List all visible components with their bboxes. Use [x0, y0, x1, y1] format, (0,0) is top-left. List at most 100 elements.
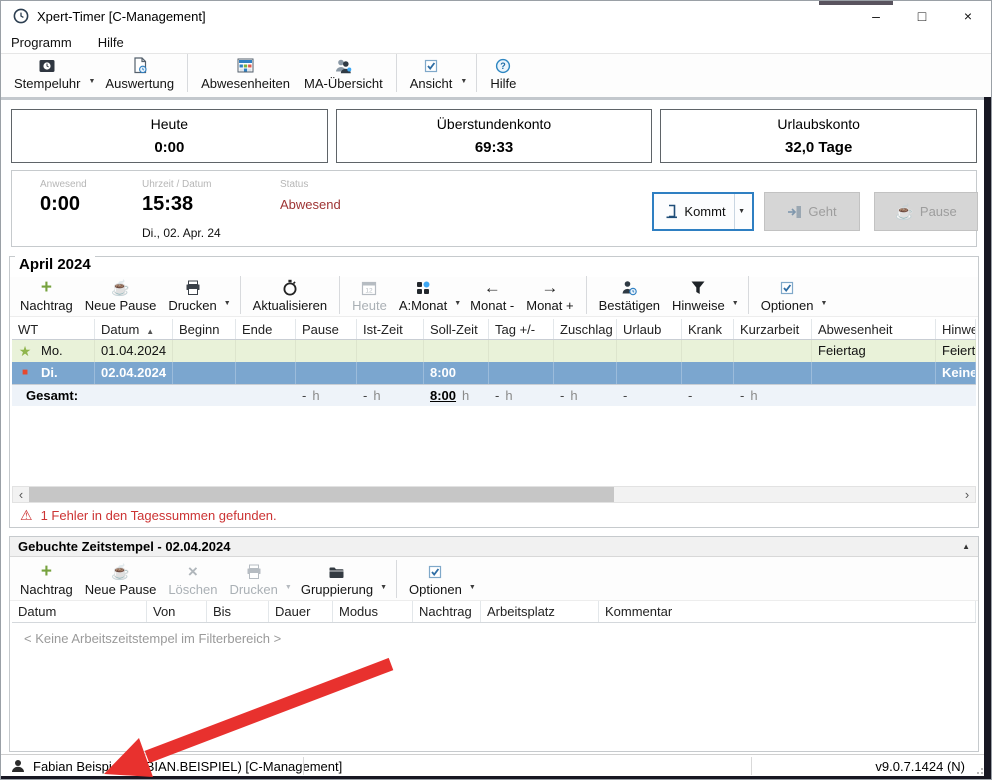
- column-header-bis[interactable]: Bis: [207, 601, 269, 622]
- ma-uebersicht-button[interactable]: MA-Übersicht: [297, 54, 390, 94]
- cell-wt: Mo.: [41, 340, 63, 362]
- maximize-button[interactable]: □: [899, 1, 945, 31]
- hinweise-dropdown-icon[interactable]: ▼: [731, 300, 742, 316]
- ansicht-button[interactable]: Ansicht: [403, 54, 460, 94]
- button-label: Gruppierung: [301, 582, 373, 597]
- scroll-left-icon[interactable]: ‹: [13, 487, 29, 502]
- column-header-von[interactable]: Von: [147, 601, 207, 622]
- hinweise-button[interactable]: Hinweise: [666, 276, 731, 316]
- drucken-dropdown-icon[interactable]: ▼: [284, 584, 295, 600]
- column-header-datum[interactable]: Datum▲: [95, 319, 173, 339]
- column-header-pause[interactable]: Pause: [296, 319, 357, 339]
- loeschen-button[interactable]: × Löschen: [162, 560, 223, 600]
- column-header-ende[interactable]: Ende: [236, 319, 296, 339]
- geht-button[interactable]: Geht: [764, 192, 860, 231]
- optionen-dropdown-icon[interactable]: ▼: [468, 584, 479, 600]
- kommt-dropdown-icon[interactable]: ▼: [734, 194, 749, 229]
- scrollbar-thumb[interactable]: [29, 487, 614, 502]
- column-header-modus[interactable]: Modus: [333, 601, 413, 622]
- abwesenheiten-button[interactable]: Abwesenheiten: [194, 54, 297, 94]
- column-header-hinweise[interactable]: Hinweise: [936, 319, 976, 339]
- status-bar: Fabian Beispiel (FABIAN.BEISPIEL) [C-Man…: [1, 754, 991, 777]
- monat-plus-button[interactable]: → Monat +: [520, 276, 579, 316]
- auswertung-button[interactable]: Auswertung: [98, 54, 181, 94]
- arrow-right-icon: →: [541, 278, 558, 297]
- optionen-button[interactable]: Optionen: [755, 276, 820, 316]
- time-value: 15:38: [142, 193, 193, 216]
- neue-pause-button[interactable]: ☕ Neue Pause: [79, 560, 163, 600]
- column-header-kommentar[interactable]: Kommentar: [599, 601, 976, 622]
- button-label: Neue Pause: [85, 298, 157, 313]
- a-monat-button[interactable]: A:Monat: [393, 276, 453, 316]
- gruppierung-button[interactable]: Gruppierung: [295, 560, 379, 600]
- drucken-dropdown-icon[interactable]: ▼: [223, 300, 234, 316]
- table-row-holiday[interactable]: ★Mo. 01.04.2024 Feiertag Feiertag: [12, 340, 976, 362]
- anwesend-value: 0:00: [40, 193, 80, 216]
- monat-minus-button[interactable]: ← Monat -: [464, 276, 520, 316]
- menu-bar: Programm Hilfe: [1, 31, 991, 53]
- aktualisieren-button[interactable]: Aktualisieren: [247, 276, 333, 316]
- pause-button[interactable]: ☕ Pause: [874, 192, 978, 231]
- column-header-kurzarbeit[interactable]: Kurzarbeit: [734, 319, 812, 339]
- stempeluhr-button[interactable]: Stempeluhr: [7, 54, 87, 94]
- button-label: Heute: [352, 298, 387, 313]
- gruppierung-dropdown-icon[interactable]: ▼: [379, 584, 390, 600]
- column-header-wt[interactable]: WT: [12, 319, 95, 339]
- card-title: Heute: [12, 116, 327, 132]
- column-header-arbeitsplatz[interactable]: Arbeitsplatz: [481, 601, 599, 622]
- scroll-right-icon[interactable]: ›: [959, 487, 975, 502]
- table-row-selected[interactable]: ■Di. 02.04.2024 8:00 Keine: [12, 362, 976, 384]
- column-header-beginn[interactable]: Beginn: [173, 319, 236, 339]
- datetime-label: Uhrzeit / Datum: [142, 179, 211, 190]
- nachtrag-button[interactable]: + Nachtrag: [14, 276, 79, 316]
- column-header-dauer[interactable]: Dauer: [269, 601, 333, 622]
- optionen-button[interactable]: Optionen: [403, 560, 468, 600]
- neue-pause-button[interactable]: ☕ Neue Pause: [79, 276, 163, 316]
- column-header-nachtrag[interactable]: Nachtrag: [413, 601, 481, 622]
- column-header-urlaub[interactable]: Urlaub: [617, 319, 682, 339]
- delete-icon: ×: [188, 562, 198, 581]
- stamps-header-row: Datum Von Bis Dauer Modus Nachtrag Arbei…: [12, 601, 976, 623]
- drucken-button[interactable]: Drucken: [223, 560, 283, 600]
- menu-hilfe[interactable]: Hilfe: [98, 35, 124, 50]
- summary-cards: Heute 0:00 Überstundenkonto 69:33 Urlaub…: [11, 109, 977, 163]
- month-grid-icon: [415, 278, 431, 297]
- window-controls: – □ ×: [853, 1, 991, 31]
- column-header-soll-zeit[interactable]: Soll-Zeit: [424, 319, 489, 339]
- button-label: Nachtrag: [20, 582, 73, 597]
- bestaetigen-button[interactable]: Bestätigen: [593, 276, 666, 316]
- month-table: WT Datum▲ Beginn Ende Pause Ist-Zeit Sol…: [12, 319, 976, 406]
- a-monat-dropdown-icon[interactable]: ▼: [453, 300, 464, 316]
- stempeluhr-dropdown-icon[interactable]: ▼: [87, 78, 98, 94]
- column-header-datum[interactable]: Datum: [12, 601, 147, 622]
- holiday-star-icon: ★: [18, 345, 32, 357]
- horizontal-scrollbar[interactable]: ‹ ›: [12, 486, 976, 503]
- minimize-button[interactable]: –: [853, 1, 899, 31]
- drucken-button[interactable]: Drucken: [162, 276, 222, 316]
- add-icon: +: [41, 278, 52, 297]
- menu-programm[interactable]: Programm: [11, 35, 72, 50]
- button-label: Abwesenheiten: [201, 76, 290, 91]
- stamps-title: Gebuchte Zeitstempel - 02.04.2024: [18, 539, 230, 554]
- hilfe-button[interactable]: ? Hilfe: [483, 54, 523, 94]
- column-header-ist-zeit[interactable]: Ist-Zeit: [357, 319, 424, 339]
- card-heute: Heute 0:00: [11, 109, 328, 163]
- column-header-abwesenheit[interactable]: Abwesenheit: [812, 319, 936, 339]
- ansicht-dropdown-icon[interactable]: ▼: [459, 78, 470, 94]
- button-label: Pause: [920, 204, 957, 219]
- column-header-zuschlag[interactable]: Zuschlag: [554, 319, 617, 339]
- coffee-icon: ☕: [895, 203, 914, 221]
- optionen-dropdown-icon[interactable]: ▼: [819, 300, 830, 316]
- column-header-krank[interactable]: Krank: [682, 319, 734, 339]
- nachtrag-button[interactable]: + Nachtrag: [14, 560, 79, 600]
- stamps-header[interactable]: Gebuchte Zeitstempel - 02.04.2024 ▲: [10, 537, 978, 557]
- card-value: 0:00: [12, 139, 327, 156]
- heute-button[interactable]: 12 Heute: [346, 276, 393, 316]
- close-button[interactable]: ×: [945, 1, 991, 31]
- button-label: Ansicht: [410, 76, 453, 91]
- collapse-icon[interactable]: ▲: [962, 542, 970, 551]
- column-header-tag-saldo[interactable]: Tag +/-: [489, 319, 554, 339]
- button-label: Kommt: [684, 204, 725, 219]
- desktop-edge-right: [984, 97, 991, 779]
- kommt-button[interactable]: Kommt ▼: [652, 192, 754, 231]
